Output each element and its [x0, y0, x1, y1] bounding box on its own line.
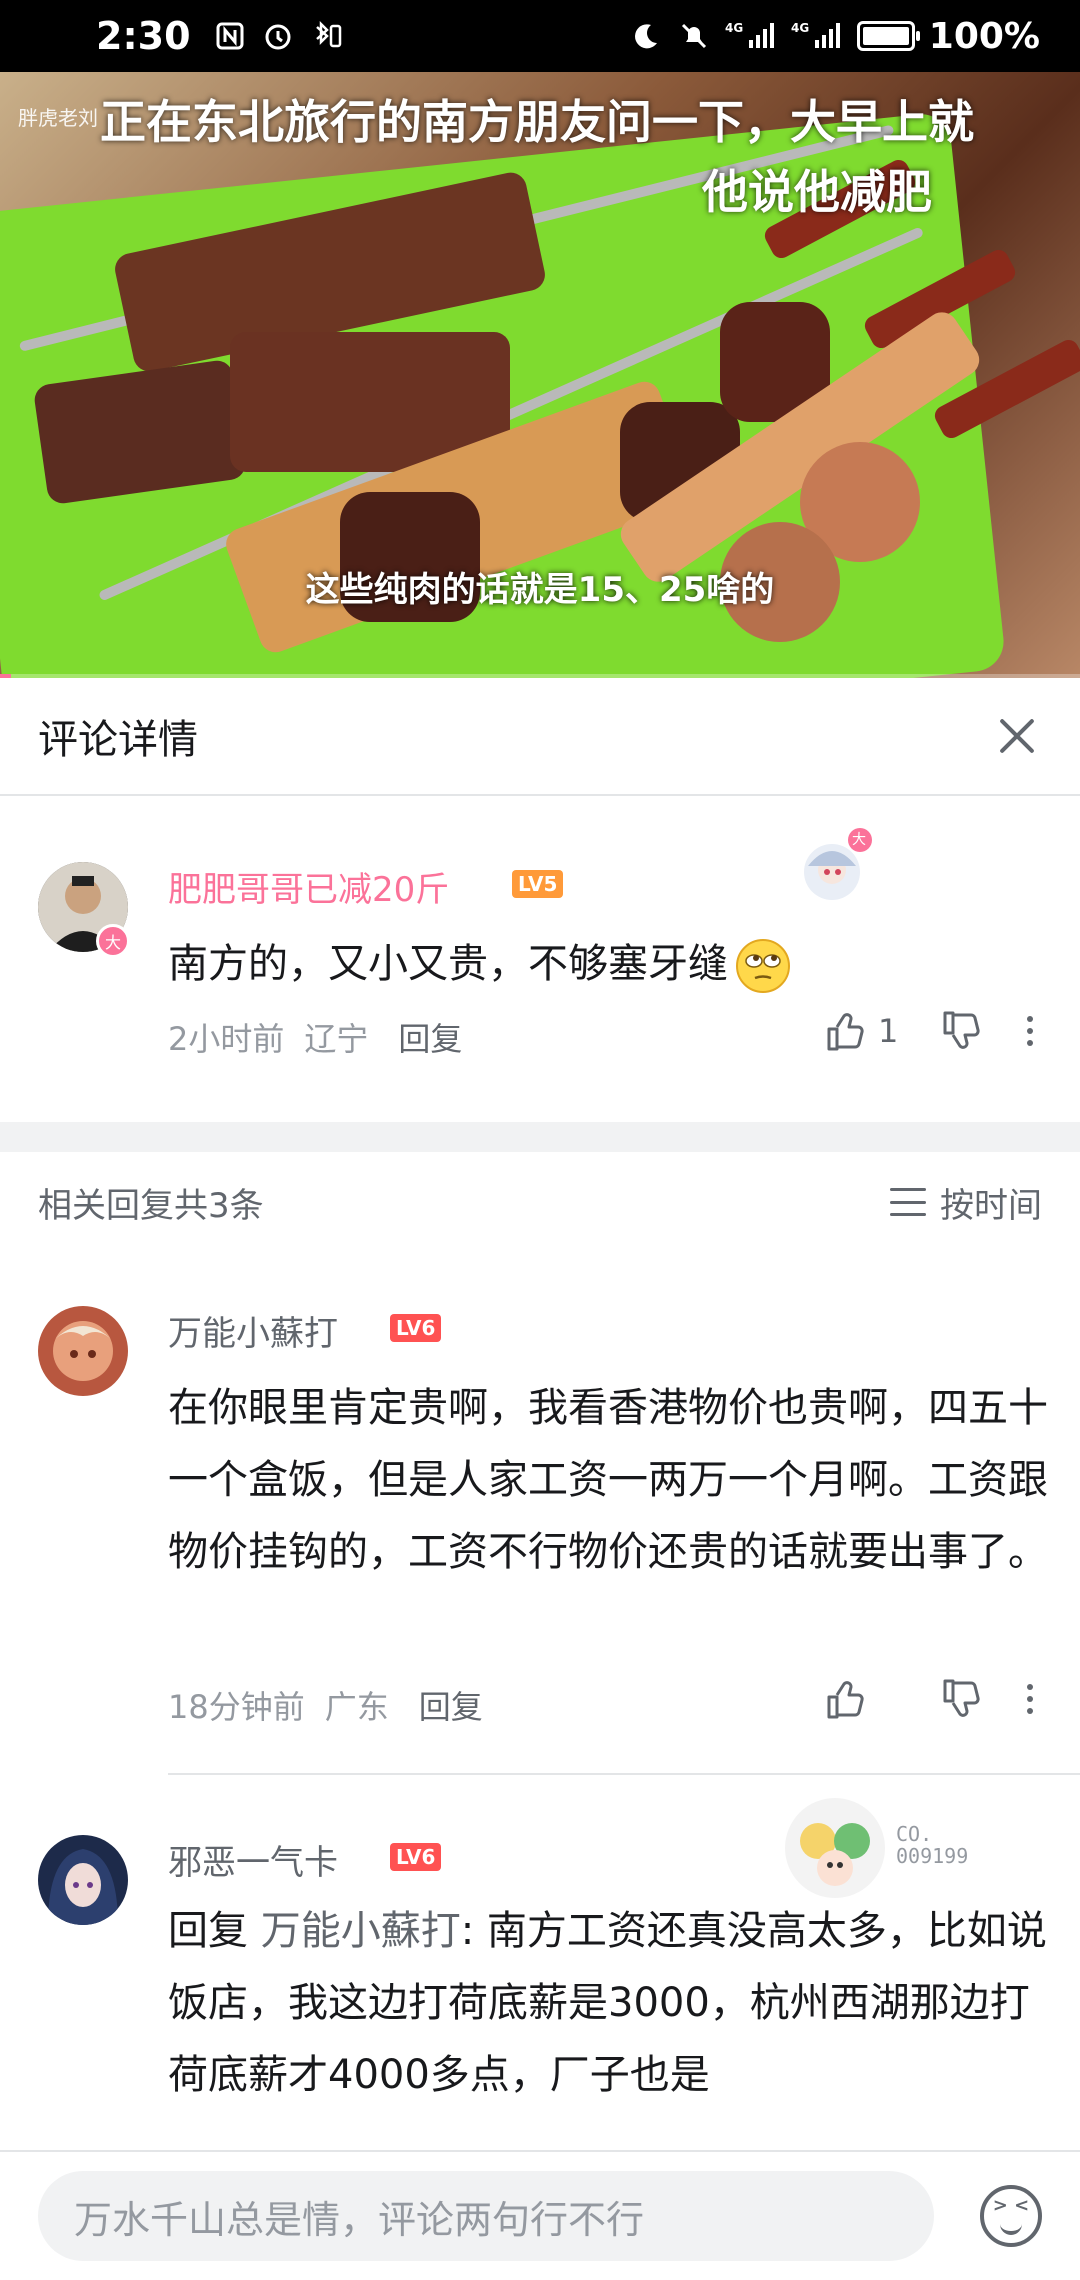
- close-icon[interactable]: [992, 711, 1042, 761]
- reply-text: 在你眼里肯定贵啊，我看香港物价也贵啊，四五十一个盒饭，但是人家工资一两万一个月啊…: [168, 1385, 1048, 1575]
- level-badge: LV6: [390, 1843, 442, 1871]
- fan-pendant: 大: [794, 826, 874, 906]
- reply-prefix: 回复: [168, 1908, 248, 1954]
- reply-username[interactable]: 邪恶一气卡: [168, 1835, 338, 1884]
- avatar[interactable]: [38, 1306, 128, 1396]
- avatar-badge: 大: [96, 924, 130, 958]
- like-count: 1: [878, 1012, 899, 1050]
- rolling-eyes-emoji: [734, 937, 792, 995]
- reply-item: 邪恶一气卡 LV6 CO. 009199 回复 万能小蘇打: 南方工资还真没高太…: [0, 1775, 1080, 2150]
- reply-button[interactable]: 回复: [419, 1682, 483, 1728]
- signal-4g-icon: 4G: [725, 19, 777, 53]
- reply-item: 万能小蘇打 LV6 在你眼里肯定贵啊，我看香港物价也贵啊，四五十一个盒饭，但是人…: [0, 1252, 1080, 1772]
- pendant-number: CO. 009199: [896, 1822, 969, 1868]
- comment-username[interactable]: 肥肥哥哥已减20斤: [168, 862, 449, 911]
- reply-time: 18分钟前: [168, 1688, 305, 1726]
- reply-location: 广东: [324, 1688, 389, 1726]
- replies-count: 相关回复共3条: [38, 1185, 264, 1226]
- comment-input-placeholder: 万水千山总是情，评论两句行不行: [74, 2197, 645, 2242]
- pendant-badge: 大: [852, 832, 866, 848]
- replies-header: 相关回复共3条 按时间: [0, 1152, 1080, 1252]
- status-icons-right: 4G 4G 100%: [629, 16, 1040, 57]
- status-icons-left: [213, 19, 343, 53]
- reply-meta: 18分钟前 广东 回复: [168, 1682, 483, 1728]
- reply-actions: [820, 1674, 1040, 1724]
- comment-actions: 1: [820, 1006, 1040, 1056]
- svg-text:4G: 4G: [791, 21, 809, 35]
- moon-icon: [629, 19, 663, 53]
- mute-bell-icon: [677, 19, 711, 53]
- video-player[interactable]: 胖虎老刘 正在东北旅行的南方朋友问一下，大早上就 他说他减肥 这些纯肉的话就是1…: [0, 72, 1080, 678]
- comment-meta: 2小时前 辽宁 回复: [168, 1014, 462, 1060]
- emoji-icon[interactable]: [980, 2185, 1042, 2247]
- section-divider: [0, 1122, 1080, 1152]
- comment-detail-title: 评论详情: [38, 717, 198, 763]
- video-title-line1: 正在东北旅行的南方朋友问一下，大早上就: [100, 95, 974, 149]
- level-badge: LV6: [390, 1314, 442, 1342]
- thumbs-down-icon[interactable]: [936, 1674, 986, 1724]
- signal-4g-icon-2: 4G: [791, 19, 843, 53]
- reply-button[interactable]: 回复: [398, 1014, 462, 1060]
- nfc-icon: [213, 19, 247, 53]
- alarm-icon: [261, 19, 295, 53]
- sort-button[interactable]: 按时间: [890, 1178, 1042, 1227]
- comment-location: 辽宁: [304, 1020, 369, 1058]
- more-options-icon[interactable]: [1020, 1674, 1040, 1724]
- battery-percent: 100%: [928, 15, 1040, 57]
- reply-username[interactable]: 万能小蘇打: [168, 1306, 338, 1355]
- avatar[interactable]: [38, 1835, 128, 1925]
- level-badge: LV5: [512, 870, 564, 898]
- status-bar: 2:30 4G 4G 100%: [0, 0, 1080, 72]
- thumbs-down-icon[interactable]: [936, 1006, 986, 1056]
- comment-detail-header: 评论详情: [0, 678, 1080, 796]
- comment-time: 2小时前: [168, 1020, 285, 1058]
- svg-text:4G: 4G: [725, 21, 743, 35]
- sort-lines-icon: [890, 1188, 926, 1216]
- main-comment: 大 肥肥哥哥已减20斤 LV5 大 南方的，又小又贵，不够塞牙缝 2小时前 辽宁…: [0, 796, 1080, 1122]
- comment-input[interactable]: 万水千山总是情，评论两句行不行: [38, 2171, 934, 2261]
- video-subtitle: 这些纯肉的话就是15、25啥的: [305, 570, 775, 610]
- comment-text: 南方的，又小又贵，不够塞牙缝: [168, 924, 1048, 1004]
- video-watermark: 胖虎老刘: [18, 106, 98, 130]
- thumbs-up-icon[interactable]: [820, 1674, 870, 1724]
- comment-text-body: 南方的，又小又贵，不够塞牙缝: [168, 941, 728, 987]
- comment-input-bar: 万水千山总是情，评论两句行不行: [0, 2150, 1080, 2280]
- sort-label: 按时间: [940, 1185, 1042, 1226]
- status-time: 2:30: [96, 14, 191, 58]
- mention-link[interactable]: 万能小蘇打: [261, 1908, 461, 1954]
- video-title-line2: 他说他减肥: [702, 165, 932, 219]
- reply-text: 回复 万能小蘇打: 南方工资还真没高太多，比如说饭店，我这边打荷底薪是3000，…: [168, 1895, 1048, 2111]
- thumbs-up-icon[interactable]: [820, 1006, 870, 1056]
- battery-icon: [856, 21, 920, 51]
- fan-pendant: [780, 1793, 890, 1903]
- vibrate-bluetooth-icon: [309, 19, 343, 53]
- more-options-icon[interactable]: [1020, 1006, 1040, 1056]
